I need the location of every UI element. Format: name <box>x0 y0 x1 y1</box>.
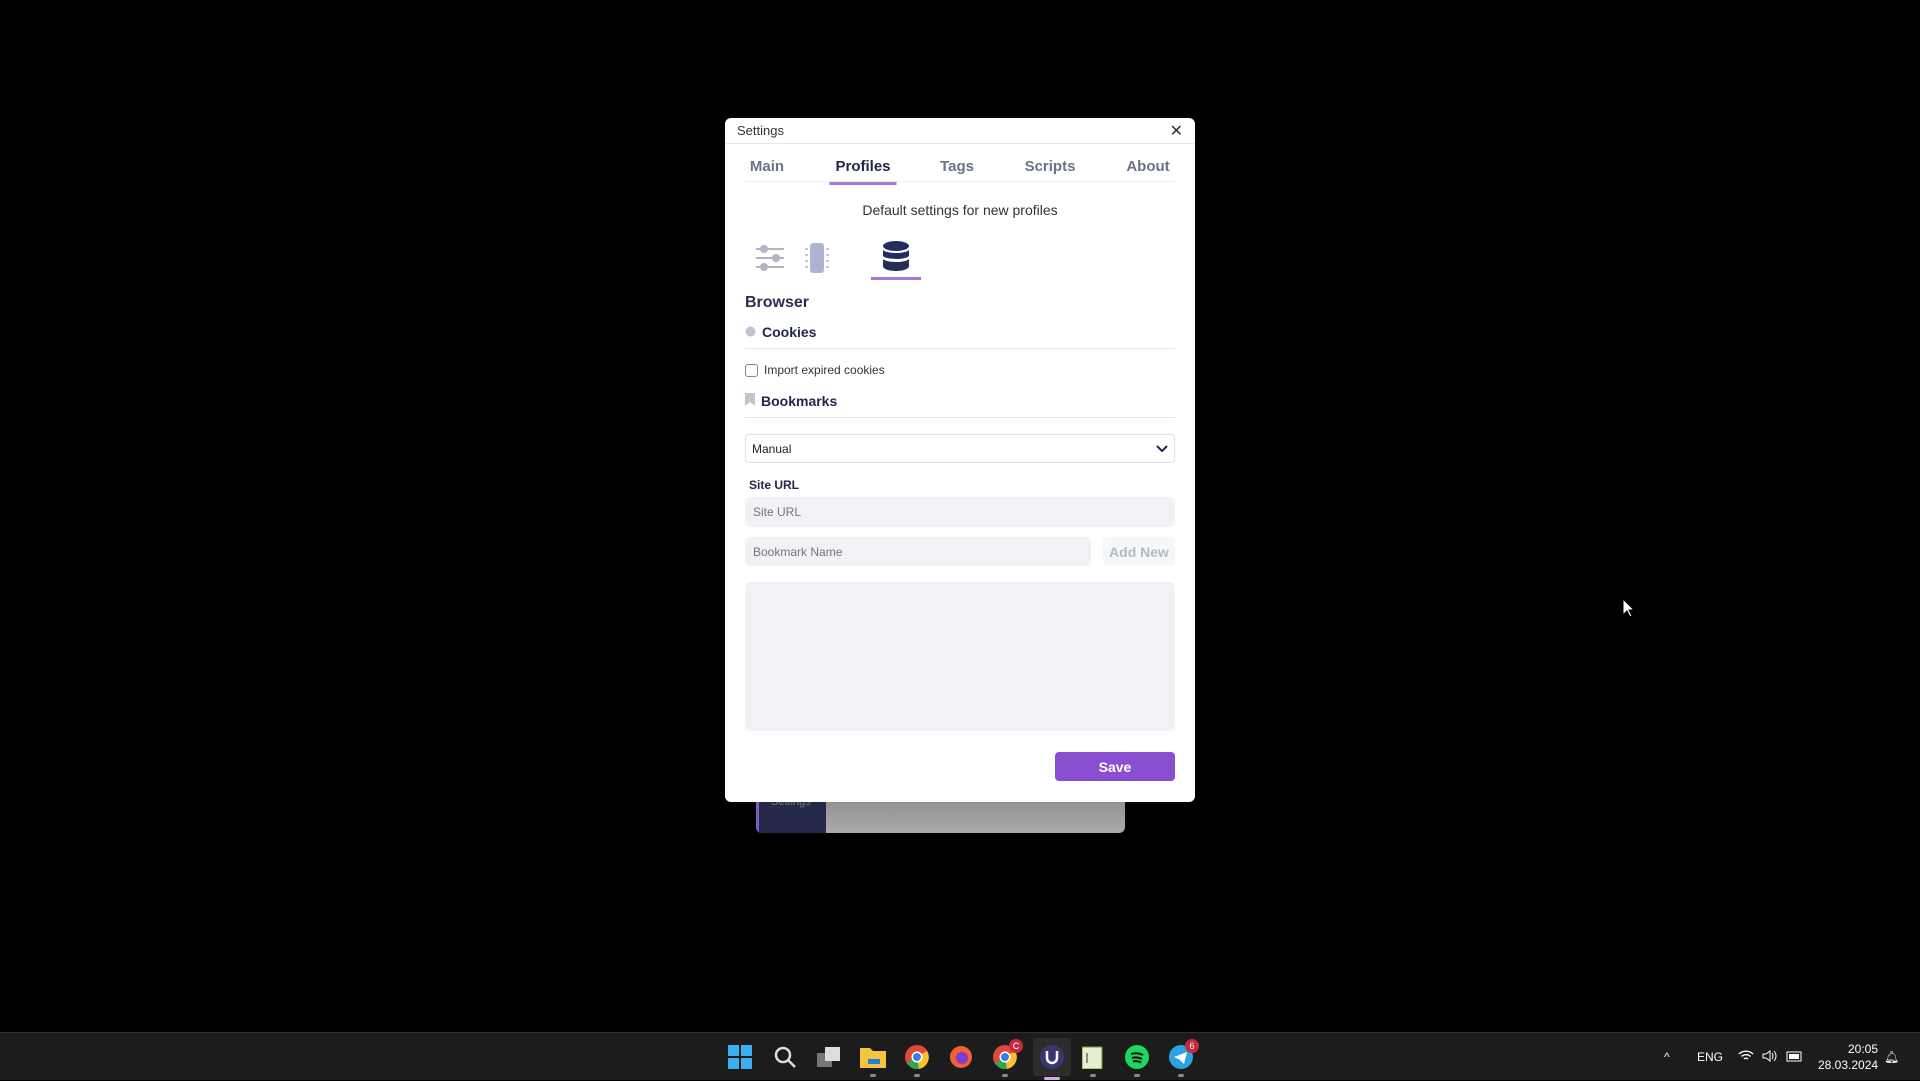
search-icon[interactable] <box>769 1041 801 1073</box>
save-button[interactable]: Save <box>1055 752 1175 781</box>
start-icon[interactable] <box>724 1041 756 1073</box>
tab-profiles[interactable]: Profiles <box>829 158 897 185</box>
import-expired-cookies-label: Import expired cookies <box>764 363 885 377</box>
close-icon[interactable]: ✕ <box>1170 121 1183 141</box>
bookmarks-list <box>745 582 1175 731</box>
bookmarks-mode-select[interactable]: Manual <box>745 434 1175 463</box>
telegram-icon[interactable]: 6 <box>1165 1039 1199 1077</box>
tab-main[interactable]: Main <box>744 158 790 182</box>
wifi-icon[interactable] <box>1738 1049 1754 1065</box>
date: 28.03.2024 <box>1818 1058 1879 1072</box>
window-title: Settings <box>737 123 784 138</box>
subtitle: Default settings for new profiles <box>862 202 1058 218</box>
title-bar: Settings ✕ <box>725 118 1195 144</box>
bookmarks-title: Bookmarks <box>761 393 838 409</box>
select-value: Manual <box>752 441 792 456</box>
firefox-icon[interactable] <box>945 1041 977 1073</box>
bookmark-icon <box>745 393 755 409</box>
tab-about[interactable]: About <box>1120 158 1175 182</box>
mouse-cursor-icon <box>1622 597 1636 623</box>
cookies-section: Cookies <box>745 324 1175 349</box>
bookmarks-section: Bookmarks <box>745 393 1175 418</box>
cookies-title: Cookies <box>762 324 817 340</box>
cookie-icon <box>745 324 756 340</box>
settings-dialog: Settings ✕ Main Profiles Tags Scripts Ab… <box>725 118 1195 802</box>
notification-icon[interactable]: 🔔︎ <box>1884 1033 1899 1081</box>
sliders-icon[interactable] <box>745 236 795 280</box>
chip-icon[interactable] <box>792 236 842 280</box>
taskbar: C 6 ^ ENG 20:05 28.03.2024 🔔︎ <box>0 1032 1920 1080</box>
tab-scripts[interactable]: Scripts <box>1019 158 1082 182</box>
battery-icon[interactable] <box>1786 1050 1804 1065</box>
volume-icon[interactable] <box>1762 1049 1778 1065</box>
chrome-profile-icon[interactable]: C <box>989 1039 1023 1077</box>
browser-heading: Browser <box>745 294 810 311</box>
chrome-profile-badge: C <box>1009 1039 1023 1053</box>
tray-overflow-icon[interactable]: ^ <box>1664 1033 1670 1081</box>
tab-bar: Main Profiles Tags Scripts About <box>744 154 1175 185</box>
language-indicator[interactable]: ENG <box>1697 1033 1723 1081</box>
clock[interactable]: 20:05 28.03.2024 <box>1818 1041 1878 1073</box>
tab-tags[interactable]: Tags <box>934 158 980 182</box>
notepad-icon[interactable] <box>1077 1041 1109 1077</box>
site-url-input[interactable] <box>745 497 1175 527</box>
telegram-badge: 6 <box>1185 1039 1199 1053</box>
site-url-label: Site URL <box>749 478 800 492</box>
chrome-icon[interactable] <box>901 1041 933 1077</box>
spotify-icon[interactable] <box>1121 1041 1153 1077</box>
import-expired-cookies-option[interactable]: Import expired cookies <box>745 363 885 377</box>
bookmark-name-input[interactable] <box>745 537 1091 566</box>
file-explorer-icon[interactable] <box>857 1041 889 1077</box>
database-icon[interactable] <box>871 236 921 280</box>
time: 20:05 <box>1847 1042 1878 1056</box>
undetectable-icon[interactable] <box>1033 1038 1071 1080</box>
add-new-button[interactable]: Add New <box>1103 537 1175 566</box>
import-expired-cookies-checkbox[interactable] <box>745 363 758 377</box>
chevron-down-icon <box>1156 442 1168 456</box>
task-view-icon[interactable] <box>813 1041 845 1073</box>
